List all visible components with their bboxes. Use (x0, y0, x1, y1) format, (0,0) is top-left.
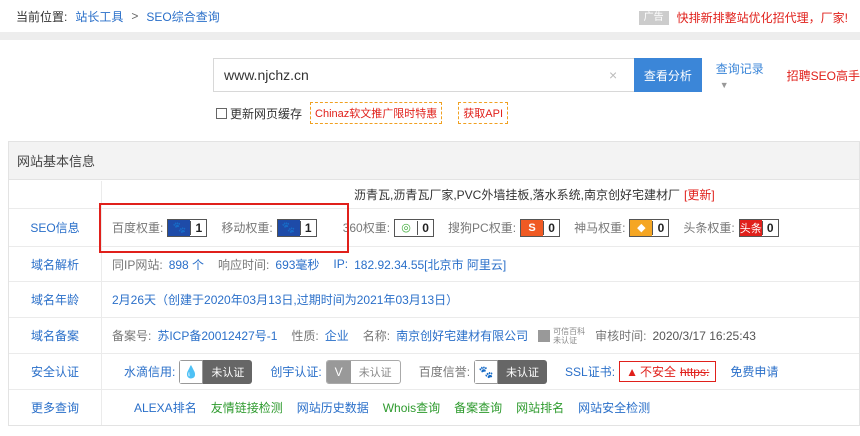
refresh-cache-label[interactable]: 更新网页缓存 (230, 105, 302, 122)
chuangyu-badge[interactable]: V 未认证 (325, 359, 401, 384)
security-row: 安全认证 水滴信用: 💧 未认证 创宇认证: V 未认证 百度信誉: 🐾 未认证 SS… (9, 354, 859, 390)
sogou-weight-label: 搜狗PC权重: (448, 221, 517, 235)
panel-title: 网站基本信息 (9, 142, 859, 180)
search-row: × 查看分析 查询记录 ▼ 招聘SEO高手 (213, 58, 860, 92)
ip-label: IP: (333, 257, 349, 271)
breadcrumb-prefix: 当前位置: (16, 9, 68, 24)
shield-v-icon: V (326, 360, 351, 383)
top-ad[interactable]: 广告 快排新排整站优化招代理，厂家! (638, 9, 856, 26)
sogou-icon: S (521, 219, 544, 236)
domain-age-value[interactable]: 2月26天（创建于2020年03月13日,过期时间为2021年03月13日） (112, 291, 458, 308)
trust-wiki-text: 可信百科 (553, 326, 586, 336)
toutiao-icon: 头条 (739, 219, 762, 236)
promo-link[interactable]: Chinaz软文推广限时特惠 (310, 102, 443, 124)
record-row: 域名备案 备案号: 苏ICP备20012427号-1 性质: 企业 名称: 南京… (9, 318, 859, 354)
toutiao-weight-value: 0 (761, 220, 778, 235)
seo-label: SEO信息 (9, 209, 102, 246)
query-history-label: 查询记录 (715, 61, 764, 76)
domain-search-input[interactable] (213, 58, 634, 92)
water-drop-icon: 💧 (179, 359, 204, 384)
breadcrumb: 当前位置: 站长工具 > SEO综合查询 广告 快排新排整站优化招代理，厂家! (0, 0, 860, 32)
360-weight-value: 0 (417, 220, 433, 235)
baidu-credit-badge[interactable]: 🐾 未认证 (474, 359, 548, 384)
record-no-label: 备案号: (112, 329, 152, 343)
trust-wiki-badge[interactable]: 可信百科 未认证 (538, 327, 585, 345)
paw-icon: 🐾 (474, 359, 499, 384)
ip-value[interactable]: 182.92.34.55[北京市 阿里云] (354, 256, 506, 273)
360-weight-badge[interactable]: ◎ 0 (394, 218, 435, 237)
clear-icon[interactable]: × (609, 67, 617, 83)
caret-down-icon: ▼ (719, 79, 729, 90)
baidu-credit-label: 百度信誉: (418, 365, 471, 379)
dns-label: 域名解析 (9, 247, 102, 281)
site-info-panel: 网站基本信息 沥青瓦,沥青瓦厂家,PVC外墙挂板,落水系统,南京创好宅建材厂 [… (8, 141, 860, 426)
more-link-friendlinks[interactable]: 友情链接检测 (211, 399, 283, 416)
refresh-cache-checkbox[interactable] (216, 107, 227, 119)
age-label: 域名年龄 (9, 282, 102, 317)
ssl-status[interactable]: ▲ 不安全 https: (619, 361, 717, 382)
query-history-link[interactable]: 查询记录 ▼ (716, 60, 769, 91)
highlight-box (99, 203, 349, 253)
breadcrumb-separator: > (131, 9, 139, 23)
shenma-icon: ◆ (630, 219, 653, 236)
sogou-weight-value: 0 (543, 220, 559, 235)
ssl-strike: https: (679, 364, 710, 379)
ssl-label: SSL证书: (565, 365, 616, 379)
response-time-value: 693毫秒 (275, 257, 320, 272)
update-link[interactable]: [更新] (684, 186, 715, 203)
shuidi-badge[interactable]: 💧 未认证 (179, 359, 253, 384)
nature-value: 企业 (324, 329, 349, 343)
security-label: 安全认证 (9, 354, 102, 389)
search-options: 更新网页缓存 Chinaz软文推广限时特惠 获取API (216, 102, 524, 124)
more-link-rank[interactable]: 网站排名 (516, 399, 564, 416)
site-keywords: 沥青瓦,沥青瓦厂家,PVC外墙挂板,落水系统,南京创好宅建材厂 (354, 188, 681, 202)
trust-wiki-sub: 未认证 (553, 335, 578, 345)
breadcrumb-link-tools[interactable]: 站长工具 (75, 8, 123, 25)
more-label: 更多查询 (9, 390, 102, 425)
api-link[interactable]: 获取API (458, 102, 508, 124)
more-link-alexa[interactable]: ALEXA排名 (134, 399, 197, 416)
trust-wiki-icon (538, 329, 551, 342)
record-label: 域名备案 (9, 318, 102, 353)
shenma-weight-label: 神马权重: (574, 221, 626, 235)
breadcrumb-link-seo[interactable]: SEO综合查询 (146, 8, 219, 25)
ad-text[interactable]: 快排新排整站优化招代理，厂家! (677, 9, 848, 26)
more-link-whois[interactable]: Whois查询 (383, 399, 440, 416)
company-name-label: 名称: (362, 329, 391, 343)
record-no-value[interactable]: 苏ICP备20012427号-1 (157, 327, 277, 344)
shuidi-value: 未认证 (211, 366, 245, 379)
company-name-value[interactable]: 南京创好宅建材有限公司 (396, 327, 528, 344)
chuangyu-value: 未认证 (358, 366, 392, 379)
more-link-security[interactable]: 网站安全检测 (578, 399, 650, 416)
age-row: 域名年龄 2月26天（创建于2020年03月13日,过期时间为2021年03月1… (9, 282, 859, 318)
more-link-history[interactable]: 网站历史数据 (297, 399, 369, 416)
more-row: 更多查询 ALEXA排名 友情链接检测 网站历史数据 Whois查询 备案查询 … (9, 390, 859, 425)
audit-time-value: 2020/3/17 16:25:43 (652, 328, 756, 343)
360-icon: ◎ (395, 219, 418, 236)
free-apply-link[interactable]: 免费申请 (730, 363, 778, 380)
audit-time-label: 审核时间: (595, 329, 647, 343)
toutiao-weight-label: 头条权重: (683, 221, 735, 235)
360-weight-label: 360权重: (342, 221, 391, 235)
response-time-label: 响应时间: (218, 257, 270, 272)
chuangyu-label: 创宇认证: (270, 365, 322, 379)
divider-strip (0, 32, 860, 40)
more-link-record[interactable]: 备案查询 (454, 399, 502, 416)
nature-label: 性质: (291, 329, 319, 343)
shenma-weight-badge[interactable]: ◆ 0 (629, 218, 670, 237)
shenma-weight-value: 0 (652, 220, 668, 235)
toutiao-weight-badge[interactable]: 头条 0 (738, 218, 779, 237)
analyze-button[interactable]: 查看分析 (634, 58, 702, 92)
baidu-credit-value: 未认证 (506, 366, 540, 379)
same-ip-label: 同IP网站: (112, 257, 163, 272)
ssl-value: 不安全 (639, 365, 676, 379)
same-ip-value[interactable]: 898 个 (169, 256, 204, 273)
recruit-seo-link[interactable]: 招聘SEO高手 (787, 67, 860, 84)
warning-icon: ▲ (626, 364, 638, 379)
ad-tag: 广告 (638, 10, 669, 25)
sogou-weight-badge[interactable]: S0 (520, 218, 561, 237)
shuidi-label: 水滴信用: (124, 365, 176, 379)
